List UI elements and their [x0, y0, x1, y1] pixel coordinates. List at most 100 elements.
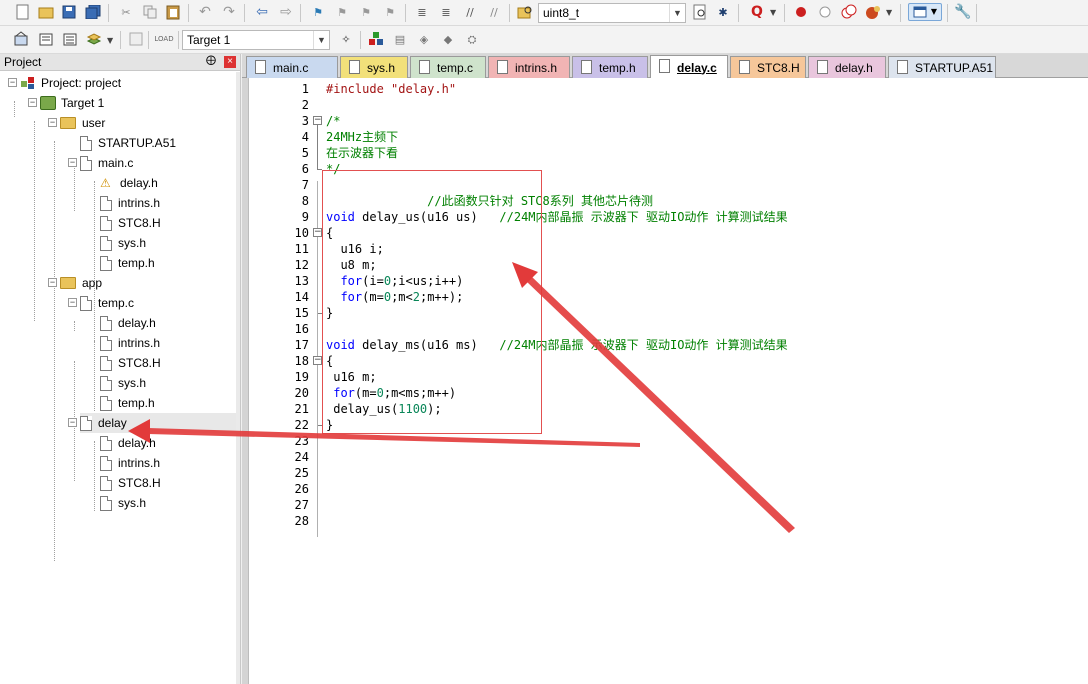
- pin-icon[interactable]: ⨁: [206, 55, 216, 66]
- close-icon[interactable]: ×: [224, 56, 236, 68]
- copy-icon[interactable]: [141, 3, 159, 21]
- cut-icon[interactable]: ✂: [117, 3, 135, 21]
- tree-item[interactable]: intrins.h: [100, 193, 236, 213]
- editor-tab[interactable]: main.c: [246, 56, 338, 78]
- editor-tab[interactable]: intrins.h: [488, 56, 570, 78]
- chevron-down-icon[interactable]: ▼: [107, 36, 113, 45]
- save-icon[interactable]: [60, 3, 78, 21]
- tree-item[interactable]: intrins.h: [100, 333, 236, 353]
- tree-item[interactable]: − user: [48, 113, 236, 133]
- collapse-toggle-icon[interactable]: −: [68, 298, 77, 307]
- bookmark-prev-icon[interactable]: ⚑: [333, 3, 351, 21]
- tree-item[interactable]: − temp.c: [68, 293, 236, 313]
- redo-icon[interactable]: ↷: [220, 3, 238, 21]
- editor-tab[interactable]: temp.c: [410, 56, 486, 78]
- undo-icon[interactable]: ↶: [196, 3, 214, 21]
- new-file-icon[interactable]: [14, 3, 32, 21]
- rebuild-icon[interactable]: [61, 30, 79, 48]
- breakpoint-icon[interactable]: [792, 3, 810, 21]
- warning-file-icon: ⚠: [100, 176, 111, 190]
- open-folder-icon[interactable]: [37, 3, 55, 21]
- collapse-toggle-icon[interactable]: −: [48, 278, 57, 287]
- unindent-icon[interactable]: ≣: [437, 3, 455, 21]
- debug-session-icon[interactable]: Q: [748, 3, 766, 21]
- editor-tab[interactable]: sys.h: [340, 56, 408, 78]
- find-combo[interactable]: uint8_t ▼: [538, 3, 686, 23]
- tree-item[interactable]: − delay: [68, 413, 236, 433]
- tree-item[interactable]: temp.h: [100, 393, 236, 413]
- tree-item[interactable]: intrins.h: [100, 453, 236, 473]
- tree-item[interactable]: temp.h: [100, 253, 236, 273]
- editor-tab[interactable]: delay.h: [808, 56, 886, 78]
- editor-tab[interactable]: temp.h: [572, 56, 648, 78]
- stop-build-icon[interactable]: [127, 30, 145, 48]
- tree-item-label: STC8.H: [118, 216, 161, 230]
- panel-scrollbar[interactable]: [236, 72, 240, 684]
- chevron-down-icon[interactable]: ▼: [313, 31, 329, 49]
- tree-item[interactable]: sys.h: [100, 493, 236, 513]
- tree-item-label: app: [82, 276, 103, 290]
- window-layout-icon[interactable]: ▼: [908, 3, 942, 21]
- line-number: 21: [294, 402, 309, 416]
- collapse-toggle-icon[interactable]: −: [48, 118, 57, 127]
- tree-item[interactable]: − app: [48, 273, 236, 293]
- indent-icon[interactable]: ≣: [413, 3, 431, 21]
- navigate-forward-icon[interactable]: ⇨: [277, 3, 295, 21]
- bookmark-toggle-icon[interactable]: ⚑: [309, 3, 327, 21]
- tree-item[interactable]: STARTUP.A51: [80, 133, 236, 153]
- collapse-toggle-icon[interactable]: −: [68, 158, 77, 167]
- collapse-toggle-icon[interactable]: −: [8, 78, 17, 87]
- tree-item[interactable]: STC8.H: [100, 213, 236, 233]
- breakpoint-disable-icon[interactable]: [816, 3, 834, 21]
- bookmark-next-icon[interactable]: ⚑: [357, 3, 375, 21]
- fold-toggle-icon[interactable]: −: [313, 228, 322, 237]
- tree-item[interactable]: − Target 1: [28, 93, 236, 113]
- find-in-files-icon[interactable]: [516, 3, 534, 21]
- download-icon[interactable]: LOAD: [154, 30, 174, 48]
- chevron-down-icon[interactable]: ▼: [669, 4, 685, 22]
- tree-item[interactable]: STC8.H: [100, 473, 236, 493]
- incremental-find-icon[interactable]: ✱: [714, 3, 732, 21]
- tree-item[interactable]: − main.c: [68, 153, 236, 173]
- code-area[interactable]: #include "delay.h" /* 24MHz主频下 在示波器下看 */ //此…: [326, 78, 1086, 684]
- editor-tab[interactable]: STARTUP.A51: [888, 56, 996, 78]
- tree-item[interactable]: ⚠ delay.h: [100, 173, 236, 193]
- configure-icon[interactable]: 🔧: [954, 3, 972, 21]
- tree-item[interactable]: delay.h: [100, 313, 236, 333]
- paste-icon[interactable]: [164, 3, 182, 21]
- tree-item[interactable]: sys.h: [100, 233, 236, 253]
- target-select[interactable]: Target 1 ▼: [182, 30, 330, 50]
- comment-icon[interactable]: //: [461, 3, 479, 21]
- navigate-back-icon[interactable]: ⇦: [253, 3, 271, 21]
- breakpoint-kill-icon[interactable]: [864, 3, 882, 21]
- batch-build-icon[interactable]: [85, 30, 103, 48]
- manage-components-icon[interactable]: [367, 30, 385, 48]
- tree-item[interactable]: delay.h: [100, 433, 236, 453]
- collapse-toggle-icon[interactable]: −: [68, 418, 77, 427]
- find-icon[interactable]: [691, 3, 709, 21]
- breakpoint-clear-icon[interactable]: [840, 3, 858, 21]
- code-editor[interactable]: 1 2 3 4 5 6 7 8 9 10 11 12 13 14 15 16 17 18 19 20 21 22 23 24 2…: [242, 78, 1088, 684]
- run-time-environment-icon[interactable]: ⛭: [463, 30, 481, 48]
- pack-installer-icon[interactable]: ◆: [439, 30, 457, 48]
- manage-books-icon[interactable]: ▤: [391, 30, 409, 48]
- uncomment-icon[interactable]: //: [485, 3, 503, 21]
- editor-tab[interactable]: STC8.H: [730, 56, 806, 78]
- bookmark-clear-icon[interactable]: ⚑: [381, 3, 399, 21]
- translate-icon[interactable]: [12, 30, 30, 48]
- fold-toggle-icon[interactable]: −: [313, 116, 322, 125]
- chevron-down-icon[interactable]: ▼: [770, 8, 776, 17]
- collapse-toggle-icon[interactable]: −: [28, 98, 37, 107]
- editor-tab[interactable]: delay.c: [650, 55, 728, 79]
- fold-toggle-icon[interactable]: −: [313, 356, 322, 365]
- tree-item[interactable]: sys.h: [100, 373, 236, 393]
- build-icon[interactable]: [37, 30, 55, 48]
- tree-item[interactable]: − Project: project: [8, 73, 236, 93]
- tree-item[interactable]: STC8.H: [100, 353, 236, 373]
- save-all-icon[interactable]: [84, 3, 102, 21]
- select-packs-icon[interactable]: ◈: [415, 30, 433, 48]
- chevron-down-icon[interactable]: ▼: [886, 8, 892, 17]
- file-icon: [100, 255, 112, 271]
- target-options-icon[interactable]: ✧: [337, 30, 355, 48]
